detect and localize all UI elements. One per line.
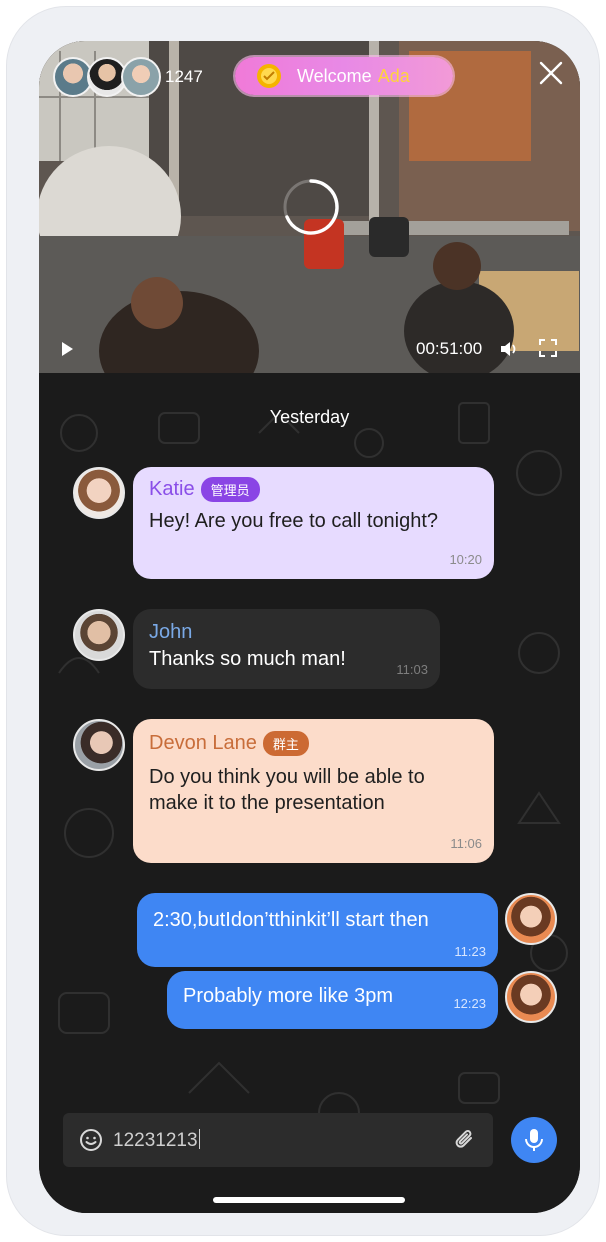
sender-name: Katie [149, 478, 195, 500]
close-icon[interactable] [537, 59, 565, 87]
role-badge: 群主 [262, 731, 309, 756]
avatar[interactable] [73, 719, 125, 771]
chat-area[interactable]: Yesterday Katie 管理员 Hey! Are you free to… [39, 373, 580, 1213]
viewer-avatars[interactable] [53, 57, 161, 97]
message-text: Probably more like 3pm [183, 985, 394, 1007]
outgoing-message-bubble[interactable]: Probably more like 3pm 12:23 [167, 971, 498, 1029]
message-time: 11:23 [454, 944, 486, 959]
screen: 1247 Welcome Ada 00:51:00 Yesterday Kati… [39, 41, 580, 1213]
home-indicator [213, 1197, 405, 1203]
avatar[interactable] [73, 467, 125, 519]
message-time: 10:20 [449, 552, 482, 567]
message-input-value: 12231213 [113, 1130, 198, 1151]
microphone-button[interactable] [511, 1117, 557, 1163]
message-time: 11:03 [396, 662, 428, 677]
sender-name: John [149, 621, 193, 643]
message-text: Do you think you will be able to make it… [149, 766, 425, 814]
viewer-count: 1247 [165, 67, 203, 86]
welcome-username: Ada [377, 65, 410, 86]
message-input[interactable]: 12231213 [113, 1129, 200, 1152]
viewer-avatar [121, 57, 161, 97]
emoji-icon[interactable] [79, 1128, 103, 1152]
video-time: 00:51:00 [416, 339, 483, 358]
text-caret [198, 1129, 200, 1149]
outgoing-message-bubble[interactable]: 2:30,butIdon’tthinkit’ll start then 11:2… [137, 893, 498, 967]
microphone-icon [525, 1129, 543, 1151]
own-avatar[interactable] [505, 893, 557, 945]
volume-icon[interactable] [499, 339, 519, 359]
fullscreen-icon[interactable] [539, 339, 557, 357]
message-bubble[interactable]: John Thanks so much man! 11:03 [133, 609, 440, 689]
live-video[interactable]: 1247 Welcome Ada 00:51:00 [39, 41, 580, 373]
message-time: 12:23 [453, 996, 486, 1011]
sender-name: Devon Lane [149, 732, 257, 754]
badge-icon [257, 64, 281, 88]
loading-spinner-icon [283, 179, 339, 235]
role-badge: 管理员 [200, 477, 260, 502]
welcome-text: Welcome [297, 65, 372, 86]
paperclip-icon[interactable] [453, 1127, 477, 1153]
message-text: 2:30,butIdon’tthinkit’ll start then [153, 909, 429, 931]
message-text: Thanks so much man! [149, 648, 346, 670]
date-separator: Yesterday [269, 407, 350, 427]
message-bubble[interactable]: Devon Lane 群主 Do you think you will be a… [133, 719, 494, 863]
own-avatar[interactable] [505, 971, 557, 1023]
avatar[interactable] [73, 609, 125, 661]
message-time: 11:06 [450, 836, 482, 851]
play-icon[interactable] [59, 341, 75, 357]
welcome-banner: Welcome Ada [235, 57, 453, 95]
message-bubble[interactable]: Katie 管理员 Hey! Are you free to call toni… [133, 467, 494, 579]
phone-frame: 1247 Welcome Ada 00:51:00 Yesterday Kati… [6, 6, 600, 1236]
message-text: Hey! Are you free to call tonight? [149, 510, 439, 532]
message-composer[interactable]: 12231213 [63, 1113, 493, 1167]
